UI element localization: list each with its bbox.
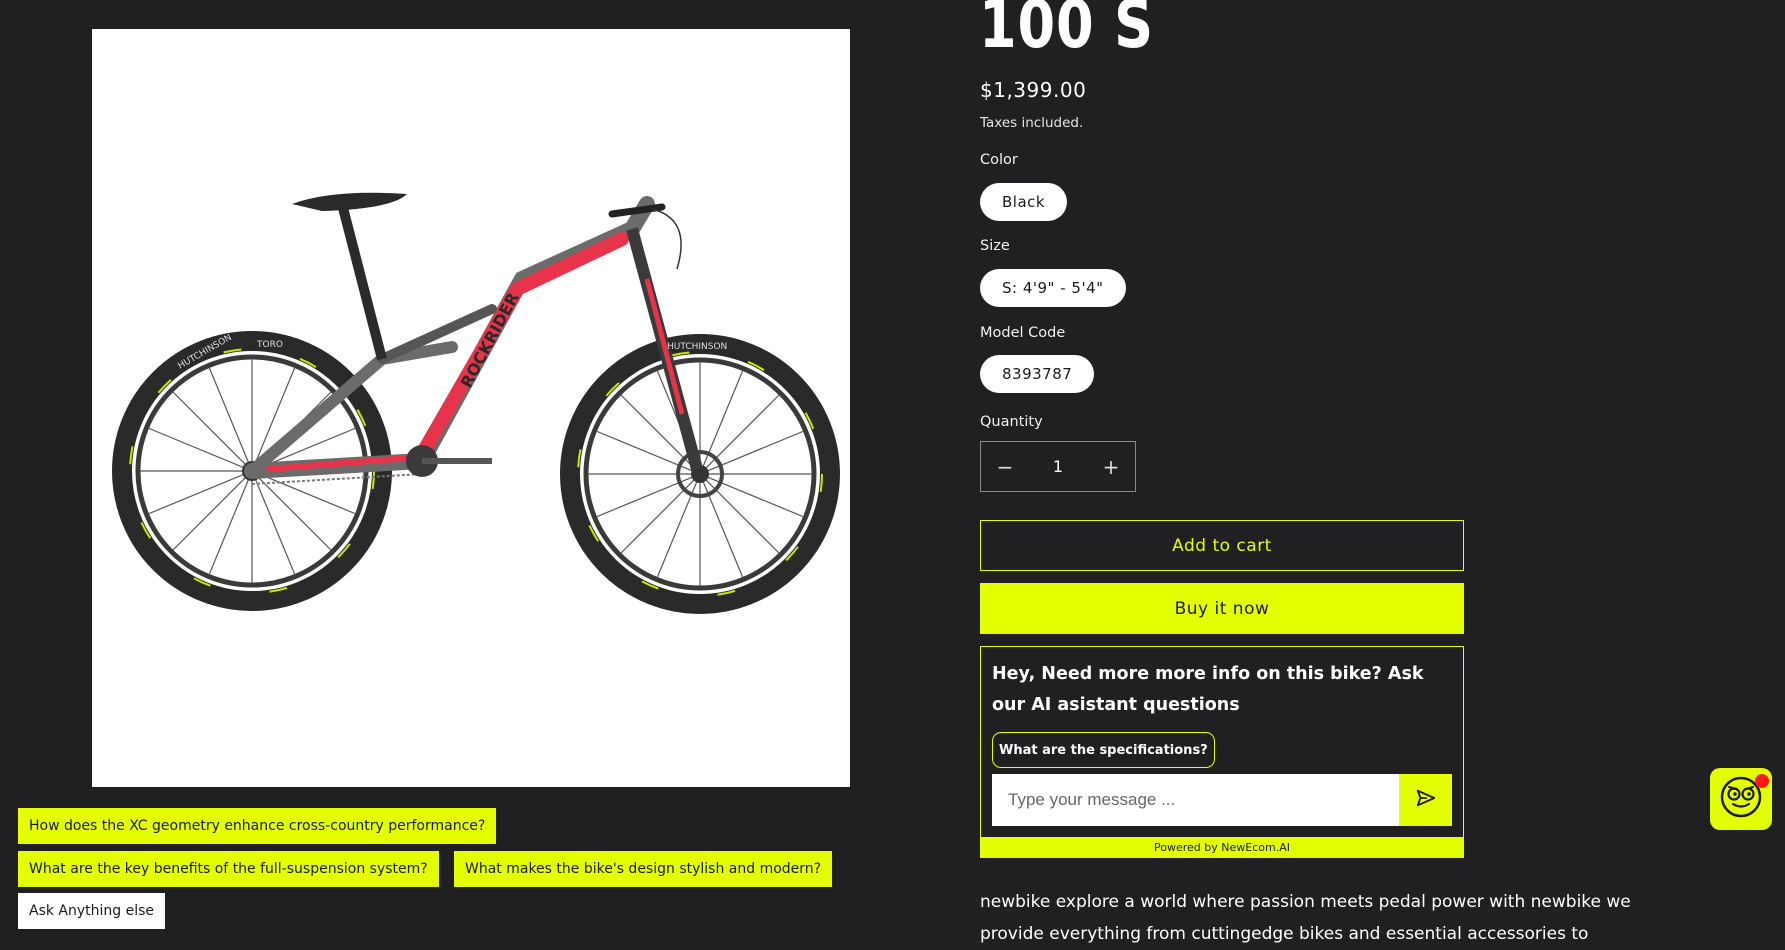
product-price: $1,399.00 xyxy=(980,78,1087,102)
product-title: 100 S xyxy=(979,0,1154,63)
powered-by-footer[interactable]: Powered by NewEcom.AI xyxy=(981,837,1463,857)
chatbot-launcher-button[interactable] xyxy=(1710,768,1772,830)
chat-input-row xyxy=(992,774,1452,826)
tax-note: Taxes included. xyxy=(980,115,1084,131)
suggestion-chip-xc-geometry[interactable]: How does the XC geometry enhance cross-c… xyxy=(18,808,497,844)
quantity-decrease-button[interactable]: − xyxy=(981,442,1029,491)
quantity-label: Quantity xyxy=(980,414,1043,430)
ai-chat-widget: Hey, Need more more info on this bike? A… xyxy=(980,646,1464,858)
size-label: Size xyxy=(980,238,1010,254)
model-code-label: Model Code xyxy=(980,325,1066,341)
color-option-black[interactable]: Black xyxy=(980,183,1068,221)
bike-illustration: ROCKRIDER HUTCHINSON TORO HUTCHINSON xyxy=(112,192,840,614)
quantity-stepper: − + xyxy=(980,441,1136,492)
chat-message-input[interactable] xyxy=(992,774,1399,826)
add-to-cart-button[interactable]: Add to cart xyxy=(980,520,1464,571)
model-code-option[interactable]: 8393787 xyxy=(980,355,1095,393)
chat-heading: Hey, Need more more info on this bike? A… xyxy=(992,664,1424,715)
front-wheel xyxy=(560,334,840,614)
suggestion-chip-suspension[interactable]: What are the key benefits of the full-su… xyxy=(18,851,439,887)
ask-anything-button[interactable]: Ask Anything else xyxy=(18,893,166,929)
notification-dot xyxy=(1755,774,1769,788)
product-image[interactable]: ROCKRIDER HUTCHINSON TORO HUTCHINSON xyxy=(92,29,850,787)
quantity-increase-button[interactable]: + xyxy=(1087,442,1135,491)
product-description: newbike explore a world where passion me… xyxy=(980,892,1631,944)
buy-now-button[interactable]: Buy it now xyxy=(980,583,1464,634)
chat-suggestion-specifications[interactable]: What are the specifications? xyxy=(992,732,1215,768)
suggestion-chip-design[interactable]: What makes the bike's design stylish and… xyxy=(454,851,833,887)
send-button[interactable] xyxy=(1399,774,1452,826)
quantity-input[interactable] xyxy=(1029,441,1087,492)
tire-model-text: TORO xyxy=(256,340,283,350)
color-label: Color xyxy=(980,152,1018,168)
send-icon xyxy=(1415,787,1437,813)
size-option-s[interactable]: S: 4'9" - 5'4" xyxy=(980,269,1126,307)
tire-brand-text-front: HUTCHINSON xyxy=(667,342,727,352)
